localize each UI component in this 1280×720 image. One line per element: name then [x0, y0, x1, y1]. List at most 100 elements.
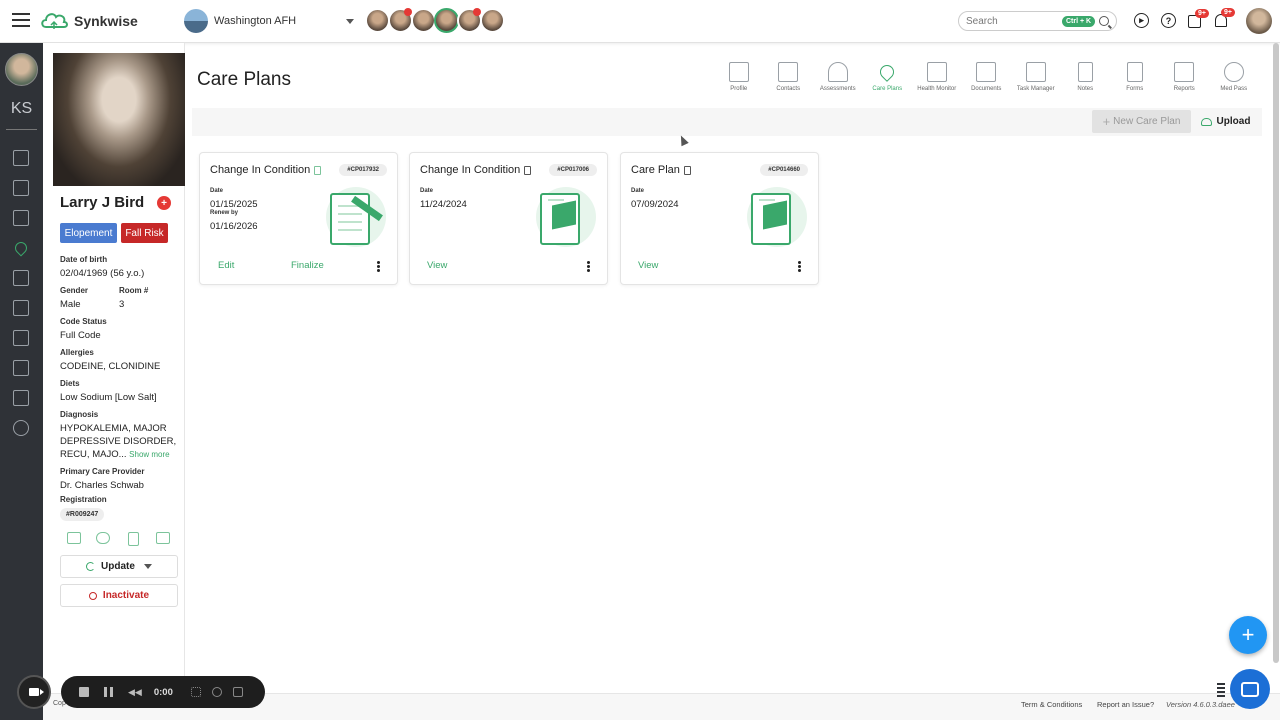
resident-avatar[interactable]: [457, 8, 482, 33]
dob-field: Date of birth 02/04/1969 (56 y.o.): [60, 255, 144, 280]
report-icon[interactable]: [13, 300, 29, 316]
tab-documents[interactable]: Documents: [962, 62, 1012, 93]
pause-icon[interactable]: [104, 687, 113, 697]
view-link[interactable]: View: [638, 260, 658, 271]
diets-label: Diets: [60, 379, 80, 388]
tab-contacts[interactable]: Contacts: [764, 62, 814, 93]
folder-illustration: [524, 183, 602, 251]
left-sidebar: KS: [0, 43, 43, 720]
user-avatar[interactable]: [1246, 8, 1272, 34]
more-vertical-icon[interactable]: [377, 261, 380, 272]
resident-avatar[interactable]: [480, 8, 505, 33]
resident-tabs: Profile Contacts Assessments Care Plans …: [714, 62, 1259, 93]
care-plan-card[interactable]: Care Plan #CP014660 Date 07/09/2024 View: [620, 152, 819, 285]
search-icon[interactable]: [1099, 16, 1110, 26]
grid-icon[interactable]: [190, 687, 201, 697]
diagnosis-line-last: RECU, MAJO... Show more: [60, 448, 176, 461]
dashboard-icon[interactable]: [13, 150, 29, 166]
resident-name: Larry J Bird: [60, 194, 145, 211]
facility-selector[interactable]: Washington AFH: [184, 9, 354, 33]
tab-health-monitor[interactable]: Health Monitor: [912, 62, 962, 93]
date-label: Date: [210, 188, 224, 194]
grip-icon[interactable]: [1217, 683, 1225, 697]
card-title: Change In Condition: [420, 164, 532, 176]
terms-link[interactable]: Term & Conditions: [1021, 700, 1082, 709]
tab-med-pass[interactable]: Med Pass: [1209, 62, 1259, 93]
stop-icon[interactable]: [79, 687, 89, 697]
room-label: Room #: [119, 286, 149, 295]
contacts-icon: [778, 62, 799, 82]
monitor-icon[interactable]: [13, 390, 29, 406]
money-icon[interactable]: [156, 532, 170, 544]
card-title-text: Care Plan: [631, 164, 680, 176]
lightbulb-icon[interactable]: [13, 420, 29, 436]
fall-risk-tag: Fall Risk: [121, 223, 168, 243]
tab-task-manager[interactable]: Task Manager: [1011, 62, 1061, 93]
more-vertical-icon[interactable]: [587, 261, 590, 272]
tab-notes[interactable]: Notes: [1061, 62, 1111, 93]
user-initials[interactable]: KS: [0, 100, 43, 118]
trash-icon[interactable]: [232, 687, 243, 697]
date-label: Date: [631, 188, 645, 194]
heart-icon[interactable]: [12, 239, 30, 257]
show-more-link[interactable]: Show more: [129, 450, 169, 459]
registration-label: Registration: [60, 495, 107, 504]
tab-profile[interactable]: Profile: [714, 62, 764, 93]
task-icon: [1025, 62, 1046, 82]
resident-avatar-active[interactable]: [434, 8, 459, 33]
gender-label: Gender: [60, 286, 89, 295]
report-issue-link[interactable]: Report an Issue?: [1097, 700, 1154, 709]
code-status-label: Code Status: [60, 317, 107, 326]
alert-dot: [404, 8, 412, 16]
search-input[interactable]: [966, 15, 1062, 27]
user-avatar[interactable]: [5, 53, 38, 86]
inactivate-button[interactable]: Inactivate: [60, 584, 178, 607]
help-icon[interactable]: ?: [1161, 13, 1176, 28]
app-logo[interactable]: Synkwise: [40, 8, 138, 34]
tab-forms[interactable]: Forms: [1110, 62, 1160, 93]
clipboard-icon[interactable]: [128, 532, 139, 546]
play-icon[interactable]: ▸: [1134, 13, 1149, 28]
tab-care-plans[interactable]: Care Plans: [863, 62, 913, 93]
care-plan-card[interactable]: Change In Condition #CP017006 Date 11/24…: [409, 152, 608, 285]
edit-link[interactable]: Edit: [218, 260, 234, 271]
pen-icon[interactable]: [13, 360, 29, 376]
resident-avatar[interactable]: [411, 8, 436, 33]
care-plan-card[interactable]: Change In Condition #CP017932 Date 01/15…: [199, 152, 398, 285]
card-code: #CP017006: [549, 164, 597, 176]
tab-assessments[interactable]: Assessments: [813, 62, 863, 93]
view-link[interactable]: View: [427, 260, 447, 271]
chart-icon[interactable]: [67, 532, 81, 544]
resident-avatar[interactable]: [365, 8, 390, 33]
box-icon[interactable]: [13, 210, 29, 226]
home-icon[interactable]: [13, 180, 29, 196]
search-box[interactable]: Ctrl + K: [958, 11, 1117, 31]
medical-alert-icon[interactable]: +: [157, 196, 171, 210]
resident-avatar[interactable]: [388, 8, 413, 33]
search-shortcut: Ctrl + K: [1062, 15, 1096, 27]
pill-icon[interactable]: [13, 270, 29, 286]
hand-icon[interactable]: [96, 532, 110, 544]
new-care-plan-button[interactable]: + New Care Plan: [1092, 110, 1191, 133]
camera-button[interactable]: [17, 675, 51, 709]
upload-button[interactable]: Upload: [1198, 110, 1253, 133]
date-value: 11/24/2024: [420, 199, 467, 210]
add-fab-button[interactable]: +: [1229, 616, 1267, 654]
restart-icon[interactable]: [211, 687, 222, 697]
menu-icon[interactable]: [12, 13, 30, 29]
scrollbar[interactable]: [1273, 43, 1279, 663]
chat-button[interactable]: [1230, 669, 1270, 709]
version-text: Version 4.6.0.3.daee: [1166, 700, 1235, 709]
chevron-down-icon: [143, 564, 152, 569]
finalize-link[interactable]: Finalize: [291, 260, 324, 271]
more-vertical-icon[interactable]: [798, 261, 801, 272]
date-value: 07/09/2024: [631, 199, 679, 210]
profile-icon: [728, 62, 749, 82]
tab-reports[interactable]: Reports: [1160, 62, 1210, 93]
calendar-icon[interactable]: 9+: [1188, 9, 1209, 28]
registration-value: #R009247: [60, 508, 105, 521]
update-button[interactable]: Update: [60, 555, 178, 578]
document-icon[interactable]: [13, 330, 29, 346]
rewind-icon[interactable]: ◀◀: [128, 687, 142, 698]
bell-icon[interactable]: 9+: [1215, 8, 1235, 27]
